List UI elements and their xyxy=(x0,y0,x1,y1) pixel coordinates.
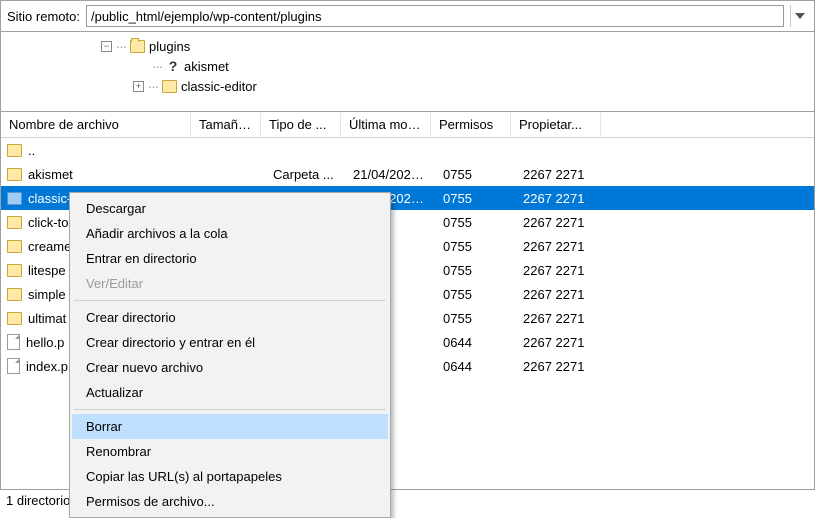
tree-label: akismet xyxy=(184,59,229,74)
file-own: 2267 2271 xyxy=(515,287,605,302)
menu-item[interactable]: Crear directorio xyxy=(72,305,388,330)
folder-icon xyxy=(162,80,177,93)
folder-icon xyxy=(7,144,22,157)
menu-item[interactable]: Renombrar xyxy=(72,439,388,464)
col-type[interactable]: Tipo de ... xyxy=(261,113,341,136)
folder-icon xyxy=(7,216,22,229)
file-own: 2267 2271 xyxy=(515,263,605,278)
folder-icon xyxy=(7,312,22,325)
file-own: 2267 2271 xyxy=(515,311,605,326)
remote-site-label: Sitio remoto: xyxy=(7,9,80,24)
collapse-icon[interactable]: − xyxy=(101,41,112,52)
menu-separator xyxy=(74,409,386,410)
tree-item-akismet[interactable]: ··· ? akismet xyxy=(9,56,814,76)
file-own: 2267 2271 xyxy=(515,167,605,182)
file-name: hello.p xyxy=(26,335,64,350)
file-own: 2267 2271 xyxy=(515,359,605,374)
remote-tree: − ··· plugins ··· ? akismet + ··· classi… xyxy=(1,32,814,112)
tree-item-classic-editor[interactable]: + ··· classic-editor xyxy=(9,76,814,96)
tree-root[interactable]: − ··· plugins xyxy=(9,36,814,56)
file-perm: 0644 xyxy=(435,335,515,350)
table-row[interactable]: akismet Carpeta ...21/04/2020 ...07552267… xyxy=(1,162,814,186)
col-size[interactable]: Tamaño... xyxy=(191,113,261,136)
menu-item[interactable]: Crear nuevo archivo xyxy=(72,355,388,380)
column-headers: Nombre de archivo Tamaño... Tipo de ... … xyxy=(1,112,814,138)
menu-item[interactable]: Copiar las URL(s) al portapapeles xyxy=(72,464,388,489)
file-name: ultimat xyxy=(28,311,66,326)
col-own[interactable]: Propietar... xyxy=(511,113,601,136)
menu-item: Ver/Editar xyxy=(72,271,388,296)
file-name: index.p xyxy=(26,359,68,374)
file-name: creame xyxy=(28,239,71,254)
menu-item[interactable]: Permisos de archivo... xyxy=(72,489,388,514)
question-icon: ? xyxy=(166,59,180,73)
folder-icon xyxy=(7,240,22,253)
file-own: 2267 2271 xyxy=(515,215,605,230)
file-icon xyxy=(7,358,20,374)
file-perm: 0755 xyxy=(435,239,515,254)
menu-item[interactable]: Entrar en directorio xyxy=(72,246,388,271)
remote-path-input[interactable] xyxy=(86,5,784,27)
menu-item[interactable]: Borrar xyxy=(72,414,388,439)
col-name[interactable]: Nombre de archivo xyxy=(1,113,191,136)
col-perm[interactable]: Permisos xyxy=(431,113,511,136)
col-mod[interactable]: Última mod... xyxy=(341,113,431,136)
table-row[interactable]: .. xyxy=(1,138,814,162)
menu-item[interactable]: Crear directorio y entrar en él xyxy=(72,330,388,355)
folder-icon xyxy=(7,264,22,277)
file-perm: 0755 xyxy=(435,287,515,302)
file-own: 2267 2271 xyxy=(515,191,605,206)
menu-separator xyxy=(74,300,386,301)
tree-label: classic-editor xyxy=(181,79,257,94)
folder-icon xyxy=(130,40,145,53)
expand-icon[interactable]: + xyxy=(133,81,144,92)
file-own: 2267 2271 xyxy=(515,239,605,254)
file-name: akismet xyxy=(28,167,73,182)
file-name: simple xyxy=(28,287,66,302)
context-menu: DescargarAñadir archivos a la colaEntrar… xyxy=(69,192,391,518)
file-perm: 0644 xyxy=(435,359,515,374)
file-name: .. xyxy=(28,143,35,158)
file-perm: 0755 xyxy=(435,215,515,230)
file-own: 2267 2271 xyxy=(515,335,605,350)
file-list: ..akismetCarpeta ...21/04/2020 ...075522… xyxy=(1,138,814,378)
file-name: litespe xyxy=(28,263,66,278)
folder-icon xyxy=(7,168,22,181)
remote-site-bar: Sitio remoto: xyxy=(1,1,814,32)
file-name: click-to xyxy=(28,215,68,230)
file-perm: 0755 xyxy=(435,311,515,326)
path-dropdown-icon[interactable] xyxy=(790,5,808,27)
file-icon xyxy=(7,334,20,350)
folder-icon xyxy=(7,288,22,301)
file-perm: 0755 xyxy=(435,167,515,182)
menu-item[interactable]: Actualizar xyxy=(72,380,388,405)
file-perm: 0755 xyxy=(435,191,515,206)
menu-item[interactable]: Añadir archivos a la cola xyxy=(72,221,388,246)
tree-label: plugins xyxy=(149,39,190,54)
menu-item[interactable]: Descargar xyxy=(72,196,388,221)
file-mod: 21/04/2020 ... xyxy=(345,167,435,182)
file-type: Carpeta ... xyxy=(265,167,345,182)
file-perm: 0755 xyxy=(435,263,515,278)
folder-icon xyxy=(7,192,22,205)
